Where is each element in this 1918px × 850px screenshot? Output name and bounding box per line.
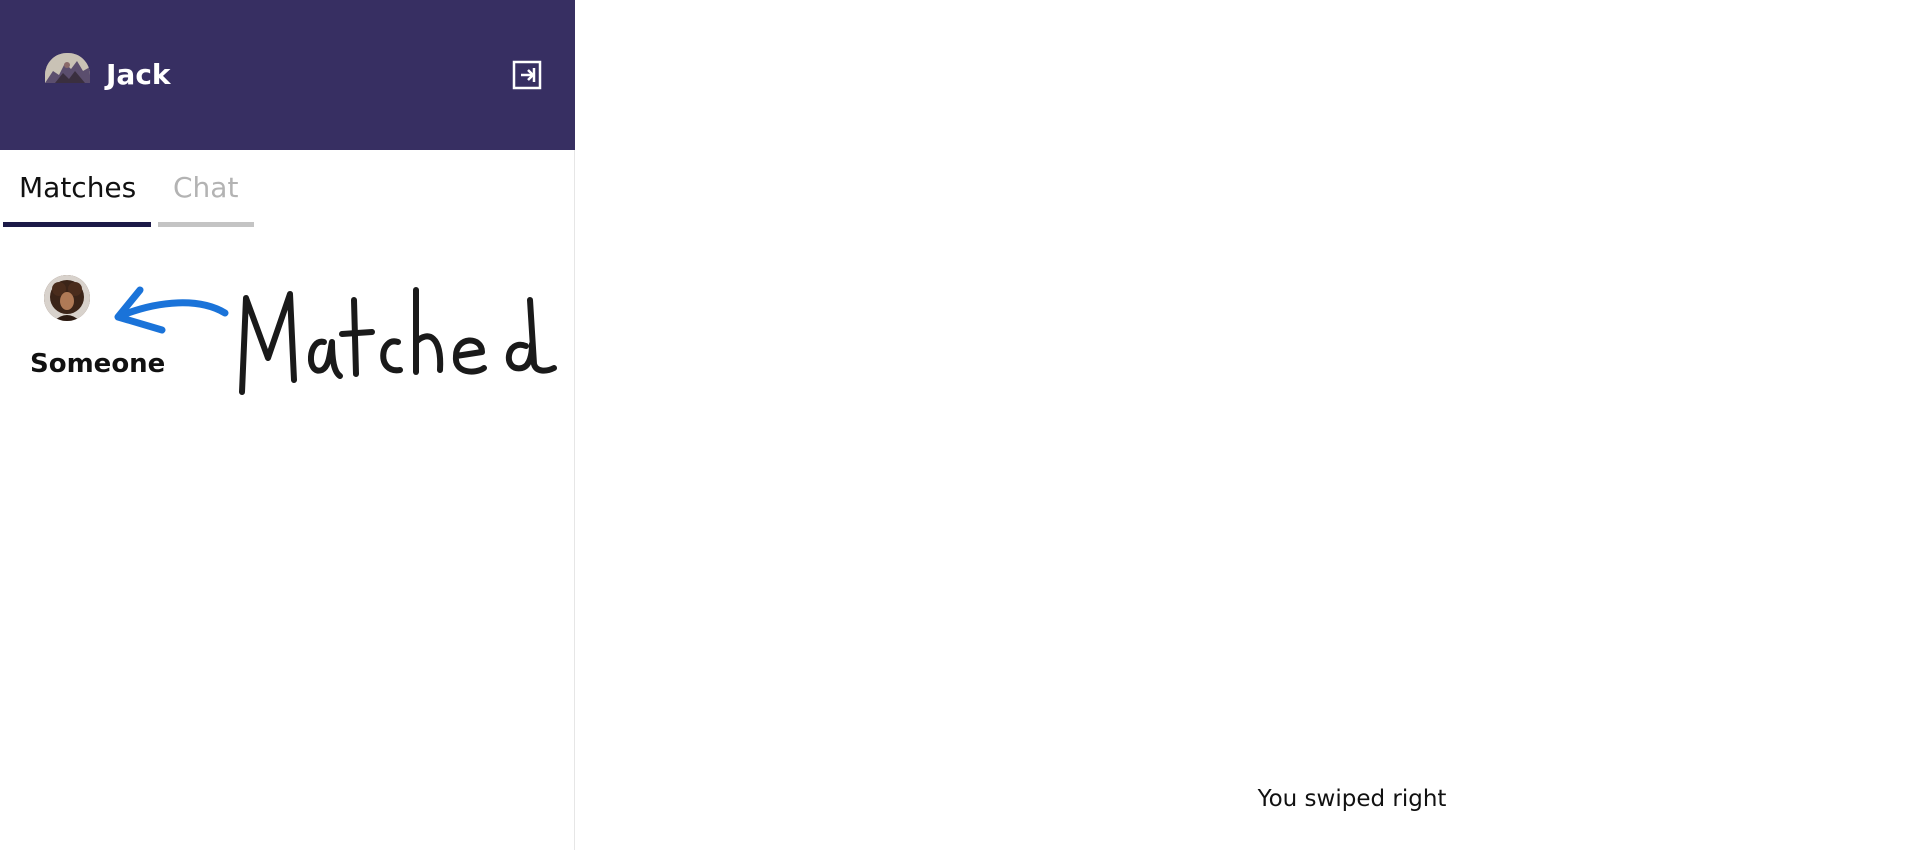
tab-matches[interactable]: Matches <box>3 170 151 227</box>
logout-icon <box>512 60 542 90</box>
arrow-icon <box>114 286 229 334</box>
status-message: You swiped right <box>1257 786 1447 812</box>
tab-chat[interactable]: Chat <box>158 170 254 227</box>
matched-handwriting <box>239 287 557 395</box>
logout-button[interactable] <box>512 60 542 90</box>
avatar-photo-icon <box>45 53 90 83</box>
user-avatar[interactable] <box>45 53 90 83</box>
match-avatar[interactable] <box>44 275 90 321</box>
tab-bar: Matches Chat <box>0 150 575 230</box>
profile-header: Jack <box>0 0 575 150</box>
sidebar: Jack Matches Chat Someone <box>0 0 575 850</box>
main-panel: You swiped right <box>576 0 1918 850</box>
match-avatar-photo-icon <box>44 275 90 321</box>
username: Jack <box>106 58 171 91</box>
app: Jack Matches Chat Someone You swiped rig… <box>0 0 1918 850</box>
matched-annotation <box>114 286 557 395</box>
